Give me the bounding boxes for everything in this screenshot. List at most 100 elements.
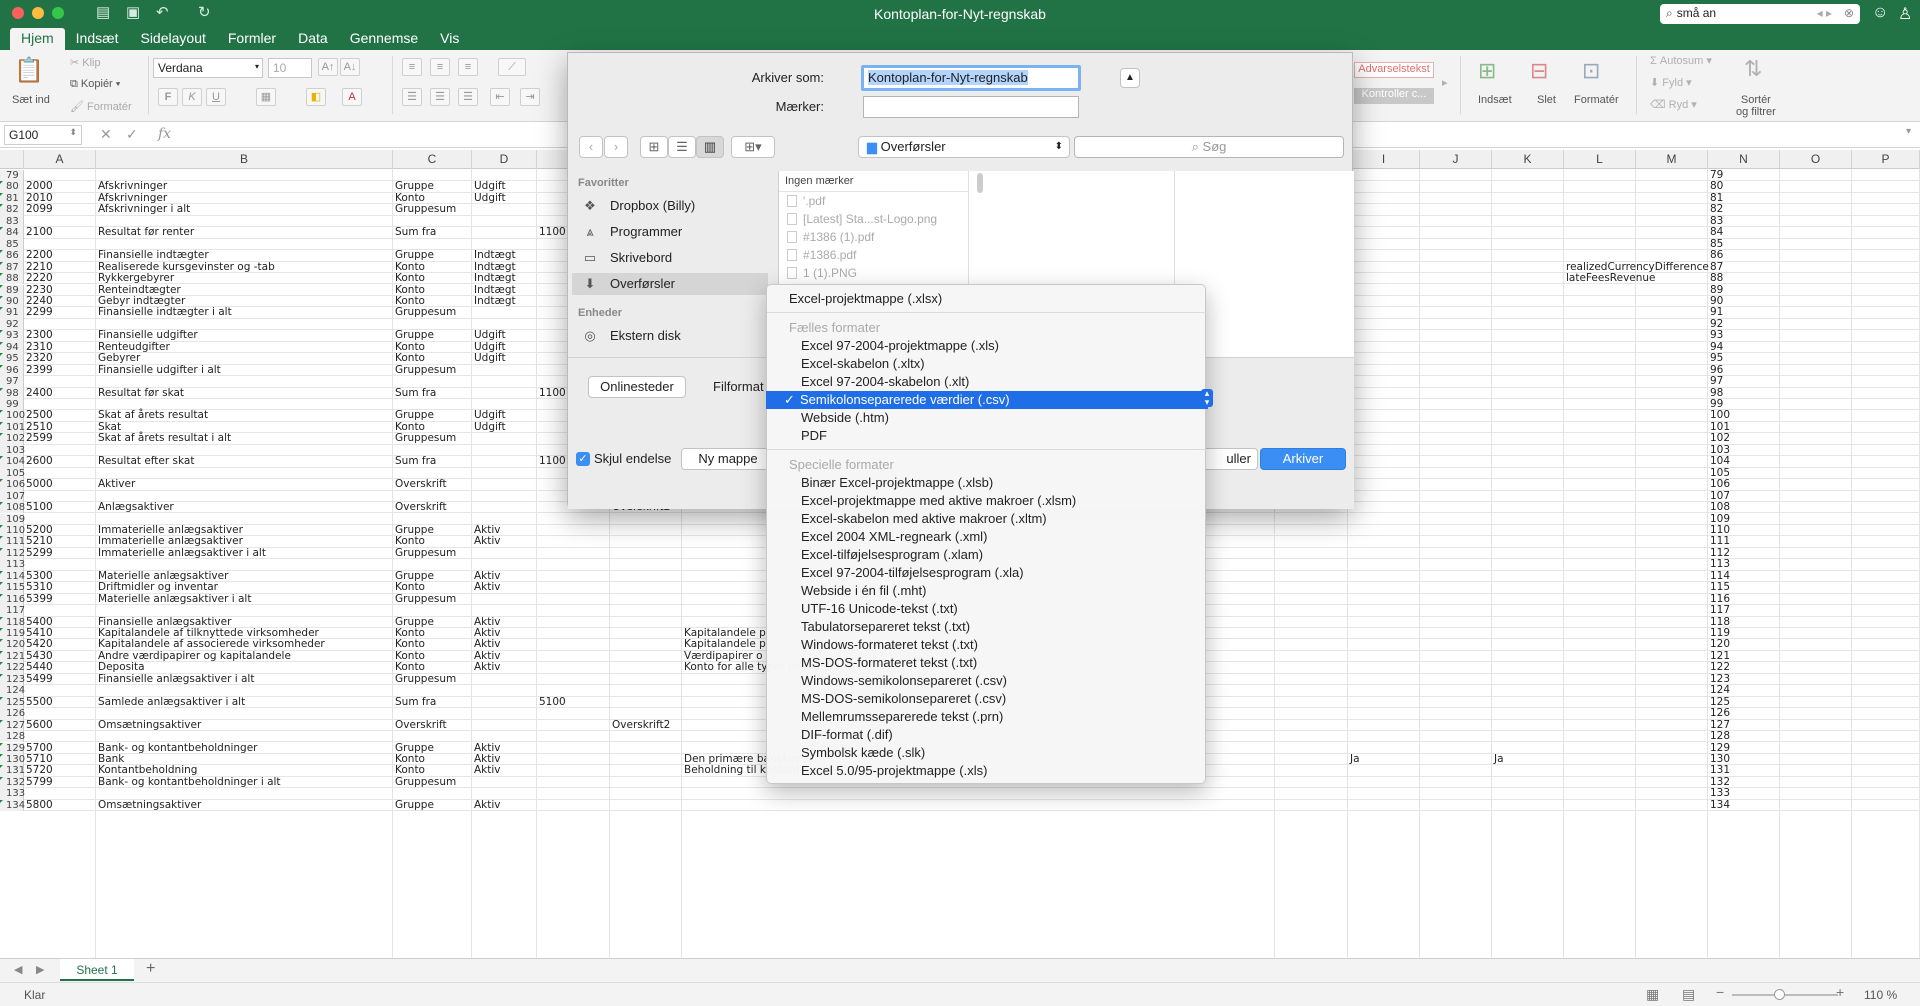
insert-cells-label[interactable]: Indsæt	[1478, 94, 1512, 106]
row-number[interactable]: 108	[0, 502, 25, 514]
cell-b[interactable]: Resultat før skat	[98, 387, 184, 399]
font-size-select[interactable]: 10	[268, 58, 312, 78]
cell-b[interactable]: Anlægsaktiver	[98, 501, 174, 513]
file-item[interactable]: #1386 (1).pdf	[779, 228, 968, 246]
menu-item-format[interactable]: DIF-format (.dif)	[767, 726, 1207, 744]
cell-n[interactable]: 84	[1710, 226, 1723, 238]
align-bottom-icon[interactable]: ≡	[458, 58, 478, 76]
row-number[interactable]: 87	[0, 261, 24, 274]
cell-n[interactable]: 126	[1710, 707, 1730, 719]
smiley-feedback-icon[interactable]: ☺	[1872, 4, 1888, 22]
row-number[interactable]: 121	[0, 650, 25, 663]
column-header-b[interactable]: B	[96, 150, 393, 169]
row-number[interactable]: 92	[0, 318, 24, 331]
row-number[interactable]: 111	[0, 536, 25, 548]
shrink-font-icon[interactable]: A↓	[340, 58, 360, 76]
clear-button[interactable]: ⌫ Ryd ▾	[1650, 98, 1697, 111]
italic-button[interactable]: K	[182, 88, 202, 106]
row-number[interactable]: 118	[0, 616, 25, 628]
function-icon[interactable]: fx	[158, 126, 171, 142]
sidebar-item-dropbox[interactable]: ❖ Dropbox (Billy)	[582, 195, 768, 217]
align-top-icon[interactable]: ≡	[402, 58, 422, 76]
cell-b[interactable]: Samlede anlægsaktiver i alt	[98, 696, 245, 708]
sidebar-item-skrivebord[interactable]: ▭ Skrivebord	[582, 247, 768, 269]
align-right-icon[interactable]: ☰	[458, 88, 478, 106]
cell-d[interactable]: Aktiv	[474, 764, 501, 776]
fill-button[interactable]: ⬇ Fyld ▾	[1650, 76, 1692, 89]
cell-a[interactable]: 5310	[26, 581, 53, 593]
menu-item-format[interactable]: PDF	[767, 427, 1207, 445]
row-number[interactable]: 109	[0, 513, 25, 525]
cell-b[interactable]: Driftmidler og inventar	[98, 581, 218, 593]
menu-item-format[interactable]: Symbolsk kæde (.slk)	[767, 744, 1207, 762]
file-item[interactable]: 1 (1).PNG	[779, 264, 968, 282]
cell-n[interactable]: 108	[1710, 501, 1730, 513]
cell-c[interactable]: Sum fra	[395, 696, 436, 708]
font-color-icon[interactable]: A	[342, 88, 362, 106]
row-number[interactable]: 126	[0, 708, 25, 720]
cell-c[interactable]: Gruppesum	[395, 593, 456, 605]
style-warning-text[interactable]: Advarselstekst	[1354, 62, 1434, 78]
file-item[interactable]: #1386.pdf	[779, 246, 968, 264]
back-button[interactable]: ‹	[579, 136, 603, 158]
prev-sheet-icon[interactable]: ◀	[14, 963, 22, 976]
cell-d[interactable]: Udgift	[474, 192, 506, 204]
row-number[interactable]: 95	[0, 353, 24, 365]
row-number[interactable]: 123	[0, 673, 25, 686]
menu-item-format[interactable]: Excel-projektmappe (.xlsx)	[767, 290, 1207, 308]
row-number[interactable]: 90	[0, 295, 24, 308]
cut-button[interactable]: ✂ Klip	[70, 56, 101, 69]
row-number[interactable]: 83	[0, 215, 24, 228]
autosum-button[interactable]: Σ Autosum ▾	[1650, 54, 1712, 67]
cell-c[interactable]: Konto	[395, 272, 425, 284]
menu-item-format[interactable]: Excel 2004 XML-regneark (.xml)	[767, 528, 1207, 546]
paste-icon[interactable]: 📋	[14, 56, 44, 85]
grow-font-icon[interactable]: A↑	[318, 58, 338, 76]
row-number[interactable]: 101	[0, 421, 25, 434]
column-header-c[interactable]: C	[393, 150, 472, 169]
cell-a[interactable]: 2399	[26, 364, 53, 376]
zoom-slider[interactable]	[1732, 994, 1838, 996]
row-number[interactable]: 106	[0, 479, 25, 491]
cell-n[interactable]: 104	[1710, 455, 1730, 467]
menu-item-format[interactable]: Webside i én fil (.mht)	[767, 582, 1207, 600]
list-view-icon[interactable]: ☰	[668, 136, 696, 158]
tab-data[interactable]: Data	[287, 28, 339, 50]
styles-more-icon[interactable]: ▸	[1442, 76, 1448, 89]
cell-a[interactable]: 2600	[26, 455, 53, 467]
cell-n[interactable]: 124	[1710, 684, 1730, 696]
cell-c[interactable]: Gruppesum	[395, 547, 456, 559]
cell-n[interactable]: 117	[1710, 604, 1730, 616]
cell-a[interactable]: 2099	[26, 203, 53, 215]
menu-item-format[interactable]: Excel 97-2004-tilføjelsesprogram (.xla)	[767, 564, 1207, 582]
zoom-out-icon[interactable]: −	[1716, 984, 1724, 1000]
row-number[interactable]: 110	[0, 524, 25, 537]
row-number[interactable]: 96	[0, 364, 24, 377]
name-box[interactable]: G100 ⬍	[4, 125, 82, 145]
row-number[interactable]: 132	[0, 776, 25, 789]
cell-k[interactable]: Ja	[1494, 753, 1504, 765]
format-painter-button[interactable]: 🖌 Formatér	[70, 100, 132, 113]
row-number[interactable]: 82	[0, 204, 24, 216]
menu-item-format[interactable]: Windows-formateret tekst (.txt)	[767, 636, 1207, 654]
share-user-icon[interactable]: ♙	[1898, 4, 1912, 24]
underline-button[interactable]: U	[206, 88, 226, 106]
cell-c[interactable]: Gruppesum	[395, 432, 456, 444]
cell-c[interactable]: Gruppesum	[395, 776, 456, 788]
row-number[interactable]: 128	[0, 731, 25, 743]
column-view-icon[interactable]: ▥	[696, 136, 724, 158]
font-name-select[interactable]: Verdana ▾	[153, 58, 263, 78]
row-number[interactable]: 114	[0, 570, 25, 583]
menu-item-format[interactable]: Webside (.htm)	[767, 409, 1207, 427]
delete-cells-icon[interactable]: ⊟	[1530, 58, 1548, 84]
new-folder-button[interactable]: Ny mappe	[681, 448, 775, 470]
cell-l[interactable]: lateFeesRevenue	[1566, 272, 1656, 284]
tab-hjem[interactable]: Hjem	[10, 28, 65, 50]
row-number[interactable]: 104	[0, 456, 25, 468]
cell-b[interactable]: Finansielle indtægter	[98, 249, 209, 261]
cell-b[interactable]: Omsætningsaktiver	[98, 799, 201, 811]
column-header-n[interactable]: N	[1708, 150, 1780, 169]
menu-item-format[interactable]: MS-DOS-semikolonsepareret (.csv)	[767, 690, 1207, 708]
cell-d[interactable]: Indtægt	[474, 272, 516, 284]
search-nav-arrows-icon[interactable]: ◂ ▸	[1817, 6, 1832, 20]
